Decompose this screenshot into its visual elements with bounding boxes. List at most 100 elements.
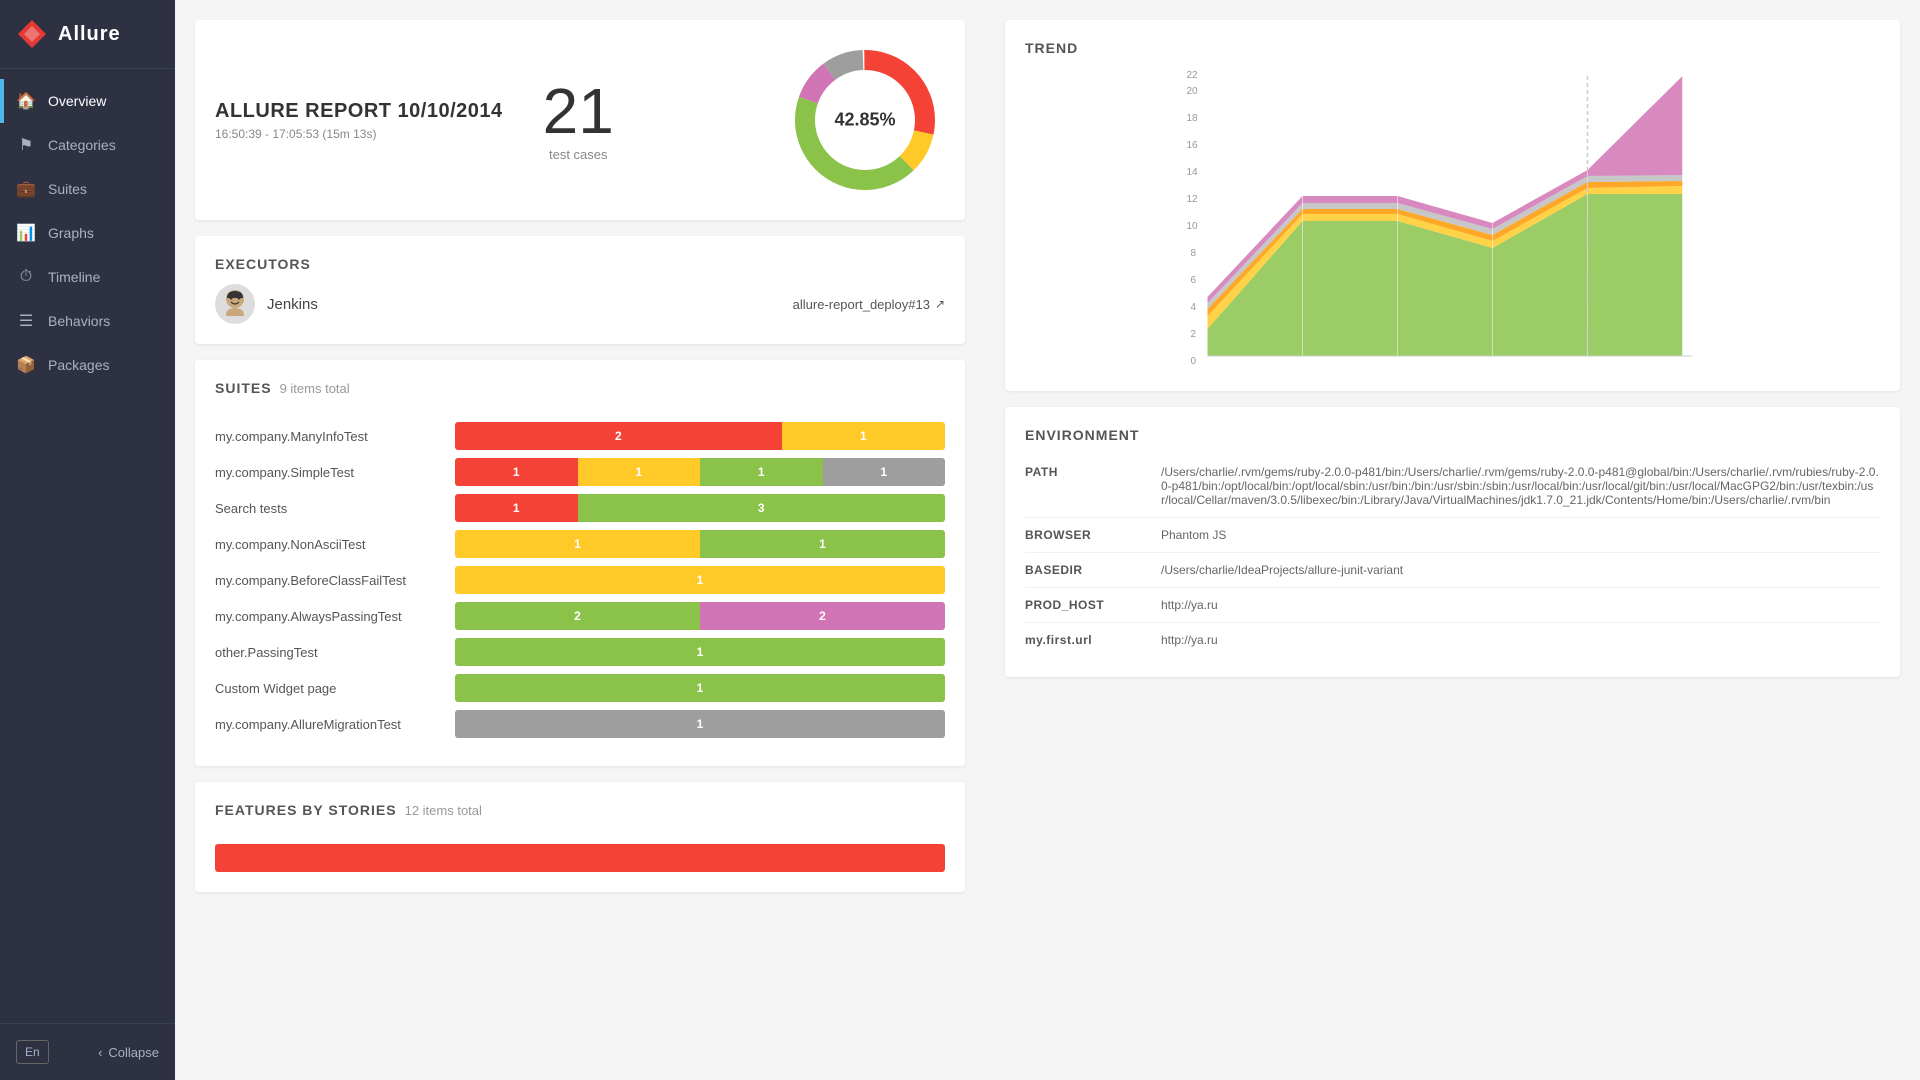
report-time: 16:50:39 - 17:05:53 (15m 13s) [215,127,503,141]
main-content: ALLURE REPORT 10/10/2014 16:50:39 - 17:0… [175,0,1920,1080]
sidebar-label-suites: Suites [48,181,87,197]
svg-text:8: 8 [1191,248,1197,259]
suites-header: SUITES 9 items total [215,380,945,408]
suite-bar: 22 [455,602,945,630]
sidebar-item-overview[interactable]: 🏠 Overview [0,79,175,123]
suites-card: SUITES 9 items total my.company.ManyInfo… [195,360,965,766]
suite-row[interactable]: my.company.NonAsciiTest 11 [215,530,945,558]
sidebar-label-graphs: Graphs [48,225,94,241]
env-row: my.first.urlhttp://ya.ru [1025,623,1880,658]
sidebar-item-suites[interactable]: 💼 Suites [0,167,175,211]
chart-icon: 📊 [16,223,36,243]
suite-row[interactable]: my.company.SimpleTest1111 [215,458,945,486]
report-title-section: ALLURE REPORT 10/10/2014 16:50:39 - 17:0… [215,100,503,141]
environment-body: PATH/Users/charlie/.rvm/gems/ruby-2.0.0-… [1025,455,1880,657]
sidebar-label-overview: Overview [48,93,106,109]
svg-text:22: 22 [1187,70,1199,81]
content-area: ALLURE REPORT 10/10/2014 16:50:39 - 17:0… [175,0,1920,1080]
sidebar-footer: En ‹ Collapse [0,1023,175,1080]
donut-percent: 42.85% [834,110,895,131]
env-row: PROD_HOSThttp://ya.ru [1025,588,1880,623]
suite-name: my.company.AllureMigrationTest [215,717,445,732]
briefcase-icon: 💼 [16,179,36,199]
svg-text:6: 6 [1191,275,1197,286]
environment-table: PATH/Users/charlie/.rvm/gems/ruby-2.0.0-… [1025,455,1880,657]
env-key: BROWSER [1025,518,1145,553]
env-key: my.first.url [1025,623,1145,658]
collapse-label: Collapse [108,1045,159,1060]
executor-row: Jenkins allure-report_deploy#13 ↗ [215,284,945,324]
svg-text:12: 12 [1187,194,1199,205]
bar-segment: 1 [700,530,945,558]
report-title: ALLURE REPORT 10/10/2014 [215,100,503,123]
bar-segment: 2 [455,422,782,450]
suite-row[interactable]: my.company.AlwaysPassingTest 22 [215,602,945,630]
executor-build-label: allure-report_deploy#13 [793,297,930,312]
suite-row[interactable]: my.company.ManyInfoTest 21 [215,422,945,450]
sidebar: Allure 🏠 Overview ⚑ Categories 💼 Suites … [0,0,175,1080]
suite-name: Custom Widget page [215,681,445,696]
sidebar-item-packages[interactable]: 📦 Packages [0,343,175,387]
trend-chart-svg: 0 2 4 6 8 10 12 14 16 18 20 22 [1025,66,1880,366]
suite-bar: 11 [455,530,945,558]
sidebar-label-packages: Packages [48,357,109,373]
env-key: PATH [1025,455,1145,518]
bar-segment: 2 [700,602,945,630]
suite-bar: 1 [455,638,945,666]
executors-card: EXECUTORS [195,236,965,344]
bar-segment: 1 [823,458,946,486]
env-value: http://ya.ru [1145,623,1880,658]
suites-list: my.company.ManyInfoTest21my.company.Simp… [215,422,945,738]
suite-row[interactable]: other.PassingTest1 [215,638,945,666]
collapse-button[interactable]: ‹ Collapse [98,1045,159,1060]
executor-build-link[interactable]: allure-report_deploy#13 ↗ [793,297,945,312]
sidebar-label-behaviors: Behaviors [48,313,110,329]
trend-card: TREND 0 2 4 6 8 10 12 14 16 18 20 22 [1005,20,1900,391]
test-count-label: test cases [543,147,614,162]
suite-bar: 13 [455,494,945,522]
suite-row[interactable]: Custom Widget page1 [215,674,945,702]
bar-segment: 1 [578,458,701,486]
env-value: Phantom JS [1145,518,1880,553]
svg-text:2: 2 [1191,329,1197,340]
env-key: BASEDIR [1025,553,1145,588]
env-row: BROWSERPhantom JS [1025,518,1880,553]
language-button[interactable]: En [16,1040,49,1064]
suite-bar: 1 [455,566,945,594]
sidebar-item-timeline[interactable]: ⏱ Timeline [0,255,175,299]
suite-name: my.company.AlwaysPassingTest [215,609,445,624]
suite-row[interactable]: my.company.AllureMigrationTest1 [215,710,945,738]
suite-bar: 21 [455,422,945,450]
trend-title: TREND [1025,40,1880,56]
svg-text:14: 14 [1187,167,1199,178]
env-value: /Users/charlie/IdeaProjects/allure-junit… [1145,553,1880,588]
svg-text:16: 16 [1187,140,1199,151]
bar-segment: 1 [455,458,578,486]
package-icon: 📦 [16,355,36,375]
report-header: ALLURE REPORT 10/10/2014 16:50:39 - 17:0… [215,40,945,200]
bar-segment: 1 [455,494,578,522]
executors-title: EXECUTORS [215,256,945,272]
test-count-section: 21 test cases [543,79,614,162]
features-count: 12 items total [405,803,482,818]
suites-title: SUITES [215,380,272,396]
features-title: FEATURES BY STORIES [215,802,397,818]
test-count-number: 21 [543,79,614,143]
suite-name: my.company.ManyInfoTest [215,429,445,444]
suite-name: my.company.NonAsciiTest [215,537,445,552]
sidebar-item-categories[interactable]: ⚑ Categories [0,123,175,167]
home-icon: 🏠 [16,91,36,111]
executor-info: Jenkins [215,284,318,324]
bar-segment: 1 [455,638,945,666]
env-row: BASEDIR/Users/charlie/IdeaProjects/allur… [1025,553,1880,588]
svg-text:18: 18 [1187,113,1199,124]
left-column: ALLURE REPORT 10/10/2014 16:50:39 - 17:0… [175,0,985,1080]
suite-row[interactable]: Search tests13 [215,494,945,522]
sidebar-item-graphs[interactable]: 📊 Graphs [0,211,175,255]
sidebar-item-behaviors[interactable]: ☰ Behaviors [0,299,175,343]
env-row: PATH/Users/charlie/.rvm/gems/ruby-2.0.0-… [1025,455,1880,518]
features-bar [215,844,945,872]
svg-text:0: 0 [1191,356,1197,366]
executor-avatar [215,284,255,324]
suite-row[interactable]: my.company.BeforeClassFailTest1 [215,566,945,594]
